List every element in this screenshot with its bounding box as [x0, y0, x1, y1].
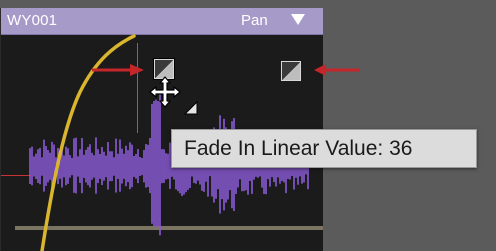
fade-out-handle-icon[interactable]: [281, 61, 301, 81]
move-cursor-icon: [149, 76, 181, 108]
fade-value-tooltip: Fade In Linear Value: 36: [171, 129, 477, 168]
fade-shape-triangle-icon: [184, 101, 198, 115]
annotation-arrow-left: [92, 64, 144, 76]
timeline-stage: WY001 Pan Fade In Linear Value: 36: [0, 0, 496, 251]
annotation-arrow-right: [314, 64, 360, 76]
clip-graphics: [29, 34, 309, 251]
